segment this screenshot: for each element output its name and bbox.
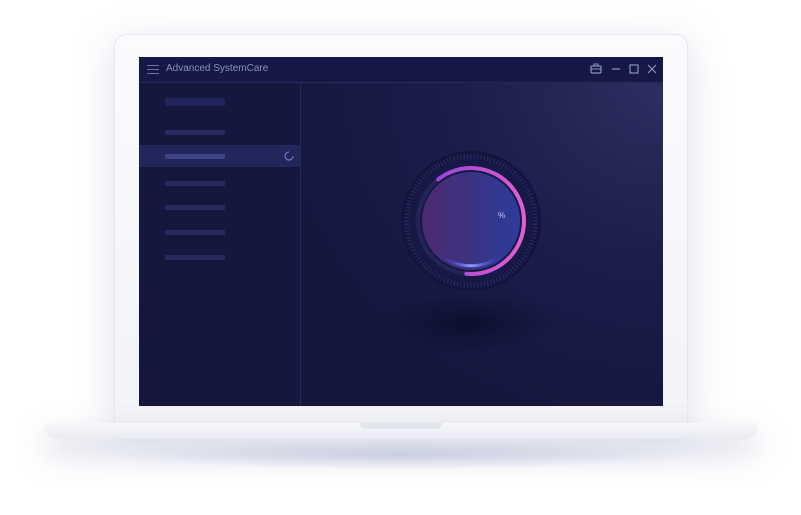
sidebar-item[interactable] bbox=[139, 246, 300, 268]
title-bar: Advanced SystemCare bbox=[139, 57, 663, 83]
gauge-tick bbox=[476, 282, 479, 288]
laptop-notch bbox=[360, 423, 442, 429]
percent-symbol: % bbox=[498, 211, 506, 220]
gauge-knob bbox=[422, 172, 520, 270]
gauge-tick bbox=[532, 213, 538, 216]
gauge-tick bbox=[532, 226, 538, 229]
maximize-icon[interactable] bbox=[627, 62, 641, 76]
sidebar-item[interactable] bbox=[139, 121, 300, 143]
gauge-tick bbox=[476, 154, 479, 160]
hamburger-menu-icon[interactable] bbox=[147, 65, 159, 74]
app-title: Advanced SystemCare bbox=[166, 63, 269, 74]
sidebar-item[interactable] bbox=[139, 196, 300, 218]
laptop-mockup: Advanced SystemCare % bbox=[0, 0, 801, 515]
gauge-tick bbox=[463, 282, 466, 288]
gauge-shadow bbox=[379, 293, 559, 353]
sidebar bbox=[139, 83, 301, 406]
gauge-tick bbox=[463, 154, 466, 160]
sidebar-item[interactable] bbox=[139, 221, 300, 243]
laptop-shadow bbox=[110, 440, 690, 470]
sidebar-item[interactable] bbox=[139, 172, 300, 194]
close-icon[interactable] bbox=[645, 62, 659, 76]
main-panel: % bbox=[301, 83, 663, 406]
gauge-tick bbox=[404, 213, 410, 216]
toolbox-icon[interactable] bbox=[589, 62, 603, 76]
gauge-tick bbox=[404, 226, 410, 229]
sidebar-item-active[interactable] bbox=[139, 145, 300, 167]
app-window: Advanced SystemCare % bbox=[139, 57, 663, 406]
loading-spinner-icon bbox=[284, 151, 294, 161]
progress-gauge bbox=[401, 151, 541, 291]
sidebar-logo bbox=[139, 91, 300, 113]
minimize-icon[interactable] bbox=[609, 62, 623, 76]
